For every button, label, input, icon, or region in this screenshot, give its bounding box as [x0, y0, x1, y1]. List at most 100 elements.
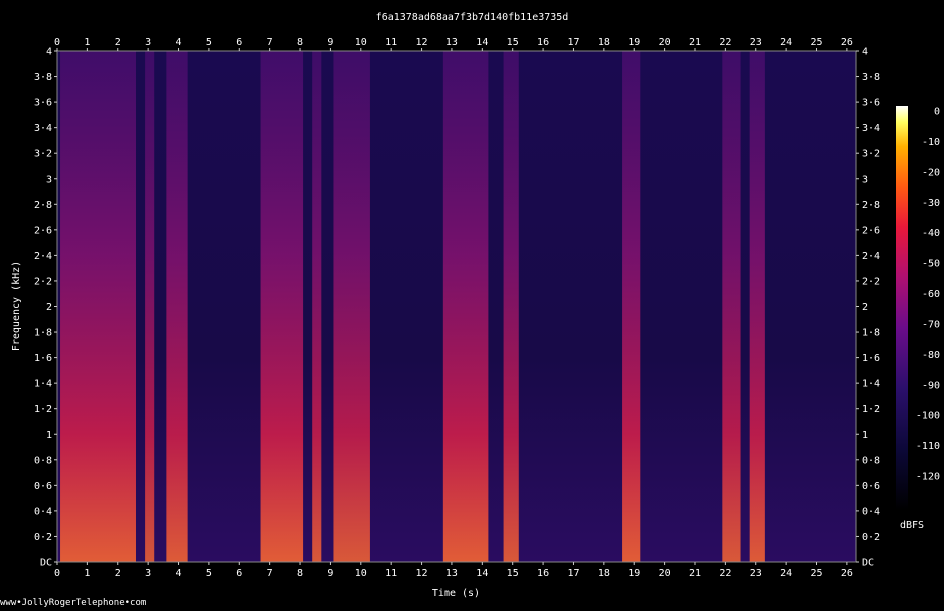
x-tick-label: 23	[750, 37, 762, 48]
y-tick-label: 1·2	[34, 404, 52, 415]
x-tick-label: 21	[689, 568, 701, 579]
x-tick-label: 19	[628, 37, 640, 48]
x-tick-label: 3	[145, 568, 151, 579]
x-tick-label: 6	[236, 568, 242, 579]
x-tick-label: 6	[236, 37, 242, 48]
x-tick-label: 8	[297, 37, 303, 48]
y-tick-label: DC	[40, 558, 52, 569]
x-tick-label: 15	[507, 568, 519, 579]
energy-segment	[260, 51, 304, 562]
x-axis-label: Time (s)	[432, 588, 480, 599]
energy-segment	[722, 51, 741, 562]
y-tick-label: 1	[862, 430, 868, 441]
y-tick-label: 2·2	[862, 276, 880, 287]
colorbar-tick-label: -120	[916, 472, 940, 483]
spectrogram-chart: f6a1378ad68aa7f3b7d140fb11e3735d 0123456…	[11, 12, 940, 599]
energy-segment	[166, 51, 188, 562]
colorbar-tick-label: -50	[922, 259, 940, 270]
plot-area	[56, 50, 857, 563]
energy-segment	[60, 51, 136, 562]
y-tick-label: 0·6	[34, 481, 52, 492]
x-tick-label: 9	[327, 568, 333, 579]
x-tick-label: 16	[537, 568, 549, 579]
colorbar-tick-label: -110	[916, 441, 940, 452]
x-tick-label: 0	[54, 37, 60, 48]
energy-segment	[333, 51, 370, 562]
y-axis-label: Frequency (kHz)	[11, 261, 22, 351]
x-tick-label: 25	[810, 568, 822, 579]
colorbar-tick-label: -100	[916, 411, 940, 422]
x-tick-label: 5	[206, 568, 212, 579]
colorbar-tick-label: -10	[922, 137, 940, 148]
x-tick-label: 10	[355, 37, 367, 48]
y-tick-label: 0·6	[862, 481, 880, 492]
x-tick-label: 0	[54, 568, 60, 579]
x-tick-label: 12	[416, 568, 428, 579]
x-tick-label: 4	[176, 568, 182, 579]
x-tick-label: 26	[841, 568, 853, 579]
x-tick-label: 26	[841, 37, 853, 48]
y-tick-label: 3·8	[862, 72, 880, 83]
x-tick-label: 13	[446, 37, 458, 48]
y-tick-label: 1·8	[34, 328, 52, 339]
y-tick-label: 2	[46, 302, 52, 313]
y-tick-label: 2·6	[34, 225, 52, 236]
x-tick-label: 11	[385, 568, 397, 579]
x-tick-label: 1	[84, 37, 90, 48]
footer-credit: www•JollyRogerTelephone•com	[0, 598, 147, 608]
colorbar-tick-label: -90	[922, 380, 940, 391]
y-tick-label: 0·8	[34, 455, 52, 466]
y-tick-label: 3·4	[34, 123, 52, 134]
y-tick-label: 2·8	[34, 200, 52, 211]
colorbar-tick-label: -20	[922, 167, 940, 178]
y-tick-label: 1·6	[34, 353, 52, 364]
x-tick-label: 4	[176, 37, 182, 48]
x-tick-label: 18	[598, 568, 610, 579]
x-tick-label: 11	[385, 37, 397, 48]
y-tick-label: 1·2	[862, 404, 880, 415]
x-tick-label: 2	[115, 37, 121, 48]
x-axis-bottom: 0 1 2 3 4 5 6 7 8 9 10 11 12 13 14 15 16 17 18 19 20 21 22 23 24…	[54, 562, 853, 579]
y-tick-label: 0·8	[862, 455, 880, 466]
x-tick-label: 14	[476, 37, 488, 48]
chart-title: f6a1378ad68aa7f3b7d140fb11e3735d	[376, 12, 569, 23]
x-tick-label: 14	[476, 568, 488, 579]
y-tick-label: 3·8	[34, 72, 52, 83]
x-tick-label: 21	[689, 37, 701, 48]
x-tick-label: 12	[416, 37, 428, 48]
x-tick-label: 20	[659, 37, 671, 48]
x-tick-label: 10	[355, 568, 367, 579]
y-tick-label: 3·2	[862, 149, 880, 160]
colorbar-tick-label: 0	[934, 107, 940, 118]
x-tick-label: 1	[84, 568, 90, 579]
y-tick-label: 3·4	[862, 123, 880, 134]
y-tick-label: 2	[862, 302, 868, 313]
energy-segment	[442, 51, 489, 562]
colorbar-unit: dBFS	[900, 520, 924, 531]
y-tick-label: 1	[46, 430, 52, 441]
energy-segment	[622, 51, 641, 562]
colorbar: 0 -10 -20 -30 -40 -50 -60 -70 -80 -90 -100 -110 -120…	[896, 106, 940, 531]
y-tick-label: 3	[862, 174, 868, 185]
y-tick-label: DC	[862, 558, 874, 569]
x-tick-label: 18	[598, 37, 610, 48]
y-tick-label: 4	[862, 47, 868, 58]
x-tick-label: 13	[446, 568, 458, 579]
y-tick-label: 3·6	[862, 98, 880, 109]
y-tick-label: 2·2	[34, 276, 52, 287]
x-tick-label: 7	[267, 37, 273, 48]
colorbar-tick-label: -60	[922, 289, 940, 300]
x-tick-label: 5	[206, 37, 212, 48]
y-tick-label: 2·4	[862, 251, 880, 262]
y-tick-label: 2·8	[862, 200, 880, 211]
x-tick-label: 17	[567, 37, 579, 48]
energy-segment	[749, 51, 765, 562]
y-axis-left: DC 0·2 0·4 0·6 0·8 1 1·2 1·4 1·6 1·8 2 2·2 2·4 2·6 2·8…	[34, 47, 57, 569]
x-tick-label: 15	[507, 37, 519, 48]
y-tick-label: 0·2	[34, 532, 52, 543]
x-tick-label: 19	[628, 568, 640, 579]
x-tick-label: 8	[297, 568, 303, 579]
energy-segment	[145, 51, 155, 562]
y-tick-label: 1·4	[862, 379, 880, 390]
x-tick-label: 22	[719, 568, 731, 579]
